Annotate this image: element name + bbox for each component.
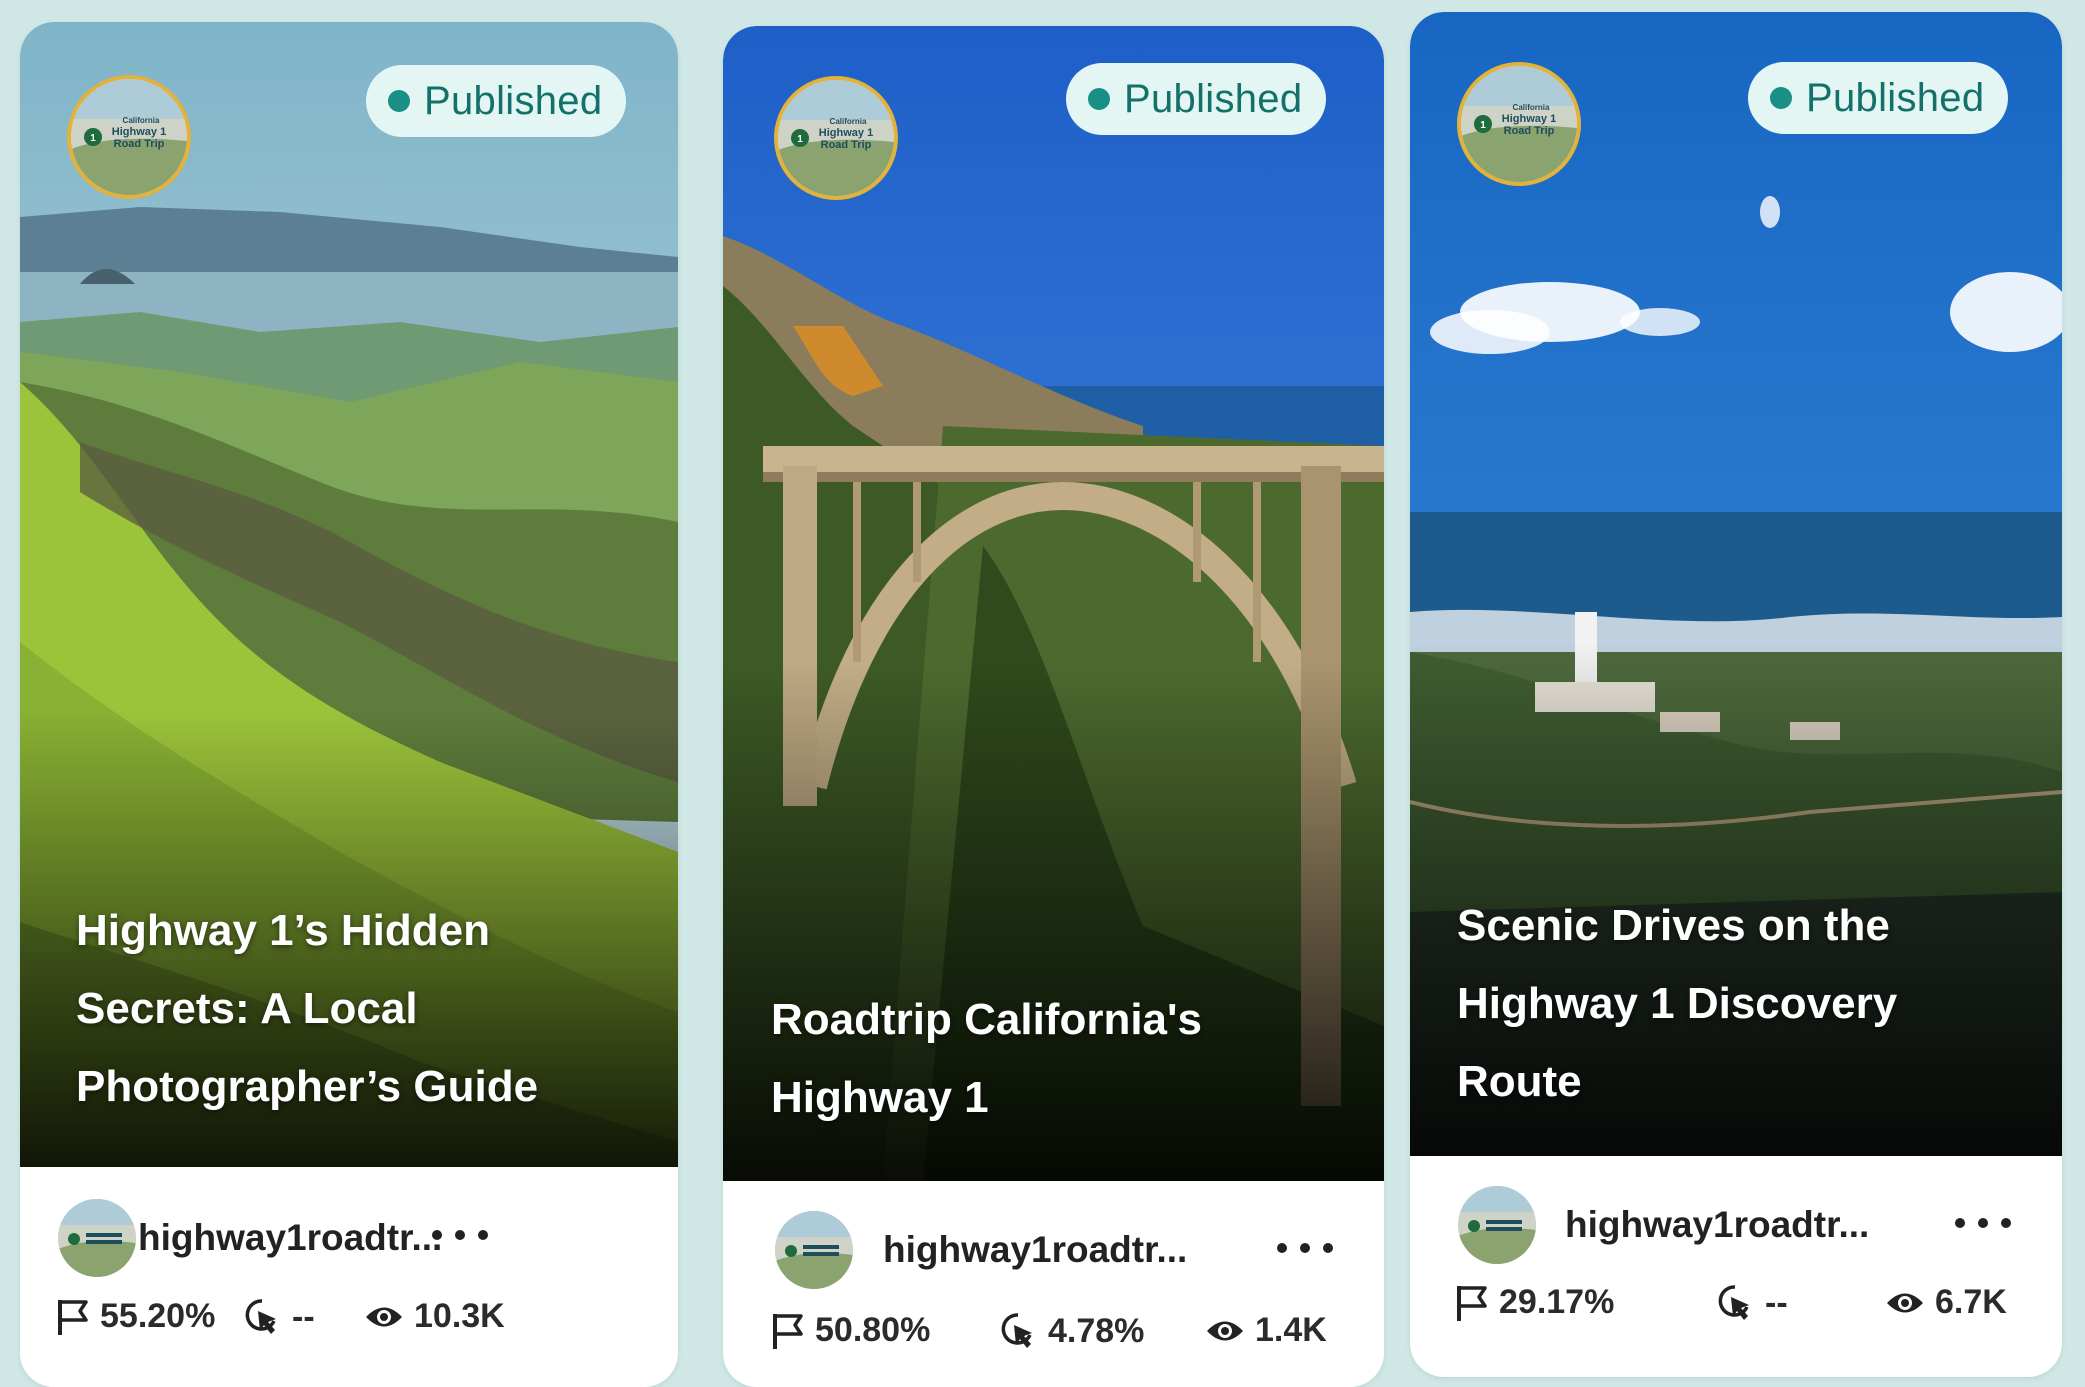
highway-logo-icon xyxy=(58,1199,136,1277)
story-footer: highway1roadtr... 29.17% -- 6.7K xyxy=(1410,1156,2062,1377)
eye-icon xyxy=(1207,1321,1243,1340)
title-line: Photographer’s Guide xyxy=(76,1062,539,1111)
svg-text:Road Trip: Road Trip xyxy=(821,139,872,151)
svg-text:1: 1 xyxy=(1480,120,1486,131)
title-line: Highway 1 xyxy=(771,1073,989,1122)
cursor-click-icon xyxy=(245,1299,276,1334)
svg-text:Highway 1: Highway 1 xyxy=(819,127,873,139)
title-line: Highway 1 Discovery xyxy=(1457,979,1898,1028)
click-rate-stat: -- xyxy=(242,1297,315,1337)
author-handle[interactable]: highway1roadtr... xyxy=(1565,1204,1869,1246)
click-rate-value: -- xyxy=(1765,1283,1788,1322)
status-dot-icon xyxy=(1088,88,1110,110)
svg-text:Highway 1: Highway 1 xyxy=(1502,113,1556,125)
status-badge: Published xyxy=(1748,62,2009,134)
highway-logo-icon: 1 California Highway 1 Road Trip xyxy=(71,79,187,195)
click-rate-stat: 4.78% xyxy=(998,1311,1144,1351)
story-footer: highway1roadtr... 50.80% 4.78% 1.4K xyxy=(723,1181,1384,1387)
status-dot-icon xyxy=(1770,87,1792,109)
svg-text:Highway 1: Highway 1 xyxy=(112,126,166,138)
story-cover-image[interactable]: 1 California Highway 1 Road Trip Publish… xyxy=(723,26,1384,1181)
svg-text:California: California xyxy=(123,116,160,125)
highway-logo-icon: 1 California Highway 1 Road Trip xyxy=(778,80,894,196)
avatar[interactable] xyxy=(1458,1186,1536,1264)
status-dot-icon xyxy=(388,90,410,112)
views-value: 1.4K xyxy=(1255,1311,1327,1349)
cursor-click-icon xyxy=(1001,1313,1032,1348)
completion-rate-stat: 50.80% xyxy=(771,1311,930,1350)
brand-logo[interactable]: 1 California Highway 1 Road Trip xyxy=(774,76,898,200)
svg-text:1: 1 xyxy=(90,133,96,144)
title-line: Roadtrip California's xyxy=(771,995,1202,1044)
highway-logo-icon: 1 California Highway 1 Road Trip xyxy=(1461,66,1577,182)
title-line: Highway 1’s Hidden xyxy=(76,906,491,955)
highway-logo-icon xyxy=(775,1211,853,1289)
flag-icon xyxy=(773,1313,803,1349)
svg-text:1: 1 xyxy=(797,134,803,145)
title-line: Secrets: A Local xyxy=(76,984,418,1033)
story-title[interactable]: Roadtrip California's Highway 1 xyxy=(771,981,1202,1137)
author-handle[interactable]: highway1roadtr... xyxy=(883,1229,1187,1271)
svg-text:California: California xyxy=(830,117,867,126)
highway-logo-icon xyxy=(1458,1186,1536,1264)
story-card-3[interactable]: 1 California Highway 1 Road Trip Publish… xyxy=(1410,12,2062,1377)
story-cover-image[interactable]: 1 California Highway 1 Road Trip Publish… xyxy=(20,22,678,1167)
cursor-click-icon xyxy=(1718,1285,1749,1320)
story-card-1[interactable]: 1 California Highway 1 Road Trip Publish… xyxy=(20,22,678,1387)
views-stat: 6.7K xyxy=(1885,1283,2007,1322)
avatar[interactable] xyxy=(58,1199,136,1277)
title-line: Route xyxy=(1457,1057,1582,1106)
status-badge: Published xyxy=(1066,63,1327,135)
story-title[interactable]: Scenic Drives on the Highway 1 Discovery… xyxy=(1457,887,1897,1121)
avatar[interactable] xyxy=(775,1211,853,1289)
status-badge: Published xyxy=(366,65,627,137)
completion-rate-stat: 55.20% xyxy=(56,1297,215,1336)
story-card-2[interactable]: 1 California Highway 1 Road Trip Publish… xyxy=(723,26,1384,1387)
brand-logo[interactable]: 1 California Highway 1 Road Trip xyxy=(67,75,191,199)
svg-text:Road Trip: Road Trip xyxy=(1504,125,1555,137)
more-dots-icon xyxy=(1277,1243,1287,1253)
completion-value: 29.17% xyxy=(1499,1283,1615,1321)
flag-icon xyxy=(58,1299,88,1335)
title-line: Scenic Drives on the xyxy=(1457,901,1890,950)
click-rate-value: -- xyxy=(292,1297,315,1336)
completion-rate-stat: 29.17% xyxy=(1455,1283,1614,1322)
more-dots-icon xyxy=(1955,1218,1965,1228)
brand-logo[interactable]: 1 California Highway 1 Road Trip xyxy=(1457,62,1581,186)
more-options-button[interactable] xyxy=(1277,1233,1333,1263)
more-dots-icon xyxy=(432,1230,442,1240)
status-label: Published xyxy=(1806,75,1985,120)
views-stat: 1.4K xyxy=(1205,1311,1327,1350)
completion-value: 50.80% xyxy=(815,1311,931,1349)
click-rate-value: 4.78% xyxy=(1048,1311,1145,1350)
completion-value: 55.20% xyxy=(100,1297,216,1335)
views-value: 6.7K xyxy=(1935,1283,2007,1321)
more-options-button[interactable] xyxy=(1955,1208,2011,1238)
story-cover-image[interactable]: 1 California Highway 1 Road Trip Publish… xyxy=(1410,12,2062,1156)
story-footer: highway1roadtr... 55.20% -- 10.3K xyxy=(20,1167,678,1387)
status-label: Published xyxy=(1124,76,1303,121)
click-rate-stat: -- xyxy=(1715,1283,1788,1323)
svg-text:California: California xyxy=(1513,103,1550,112)
story-title[interactable]: Highway 1’s Hidden Secrets: A Local Phot… xyxy=(76,892,538,1126)
eye-icon xyxy=(1887,1293,1923,1312)
views-stat: 10.3K xyxy=(364,1297,505,1336)
flag-icon xyxy=(1457,1285,1487,1321)
svg-text:Road Trip: Road Trip xyxy=(114,138,165,150)
eye-icon xyxy=(366,1307,402,1326)
status-label: Published xyxy=(424,78,603,123)
views-value: 10.3K xyxy=(414,1297,505,1335)
author-handle[interactable]: highway1roadtr... xyxy=(138,1217,442,1259)
more-options-button[interactable] xyxy=(432,1220,488,1250)
